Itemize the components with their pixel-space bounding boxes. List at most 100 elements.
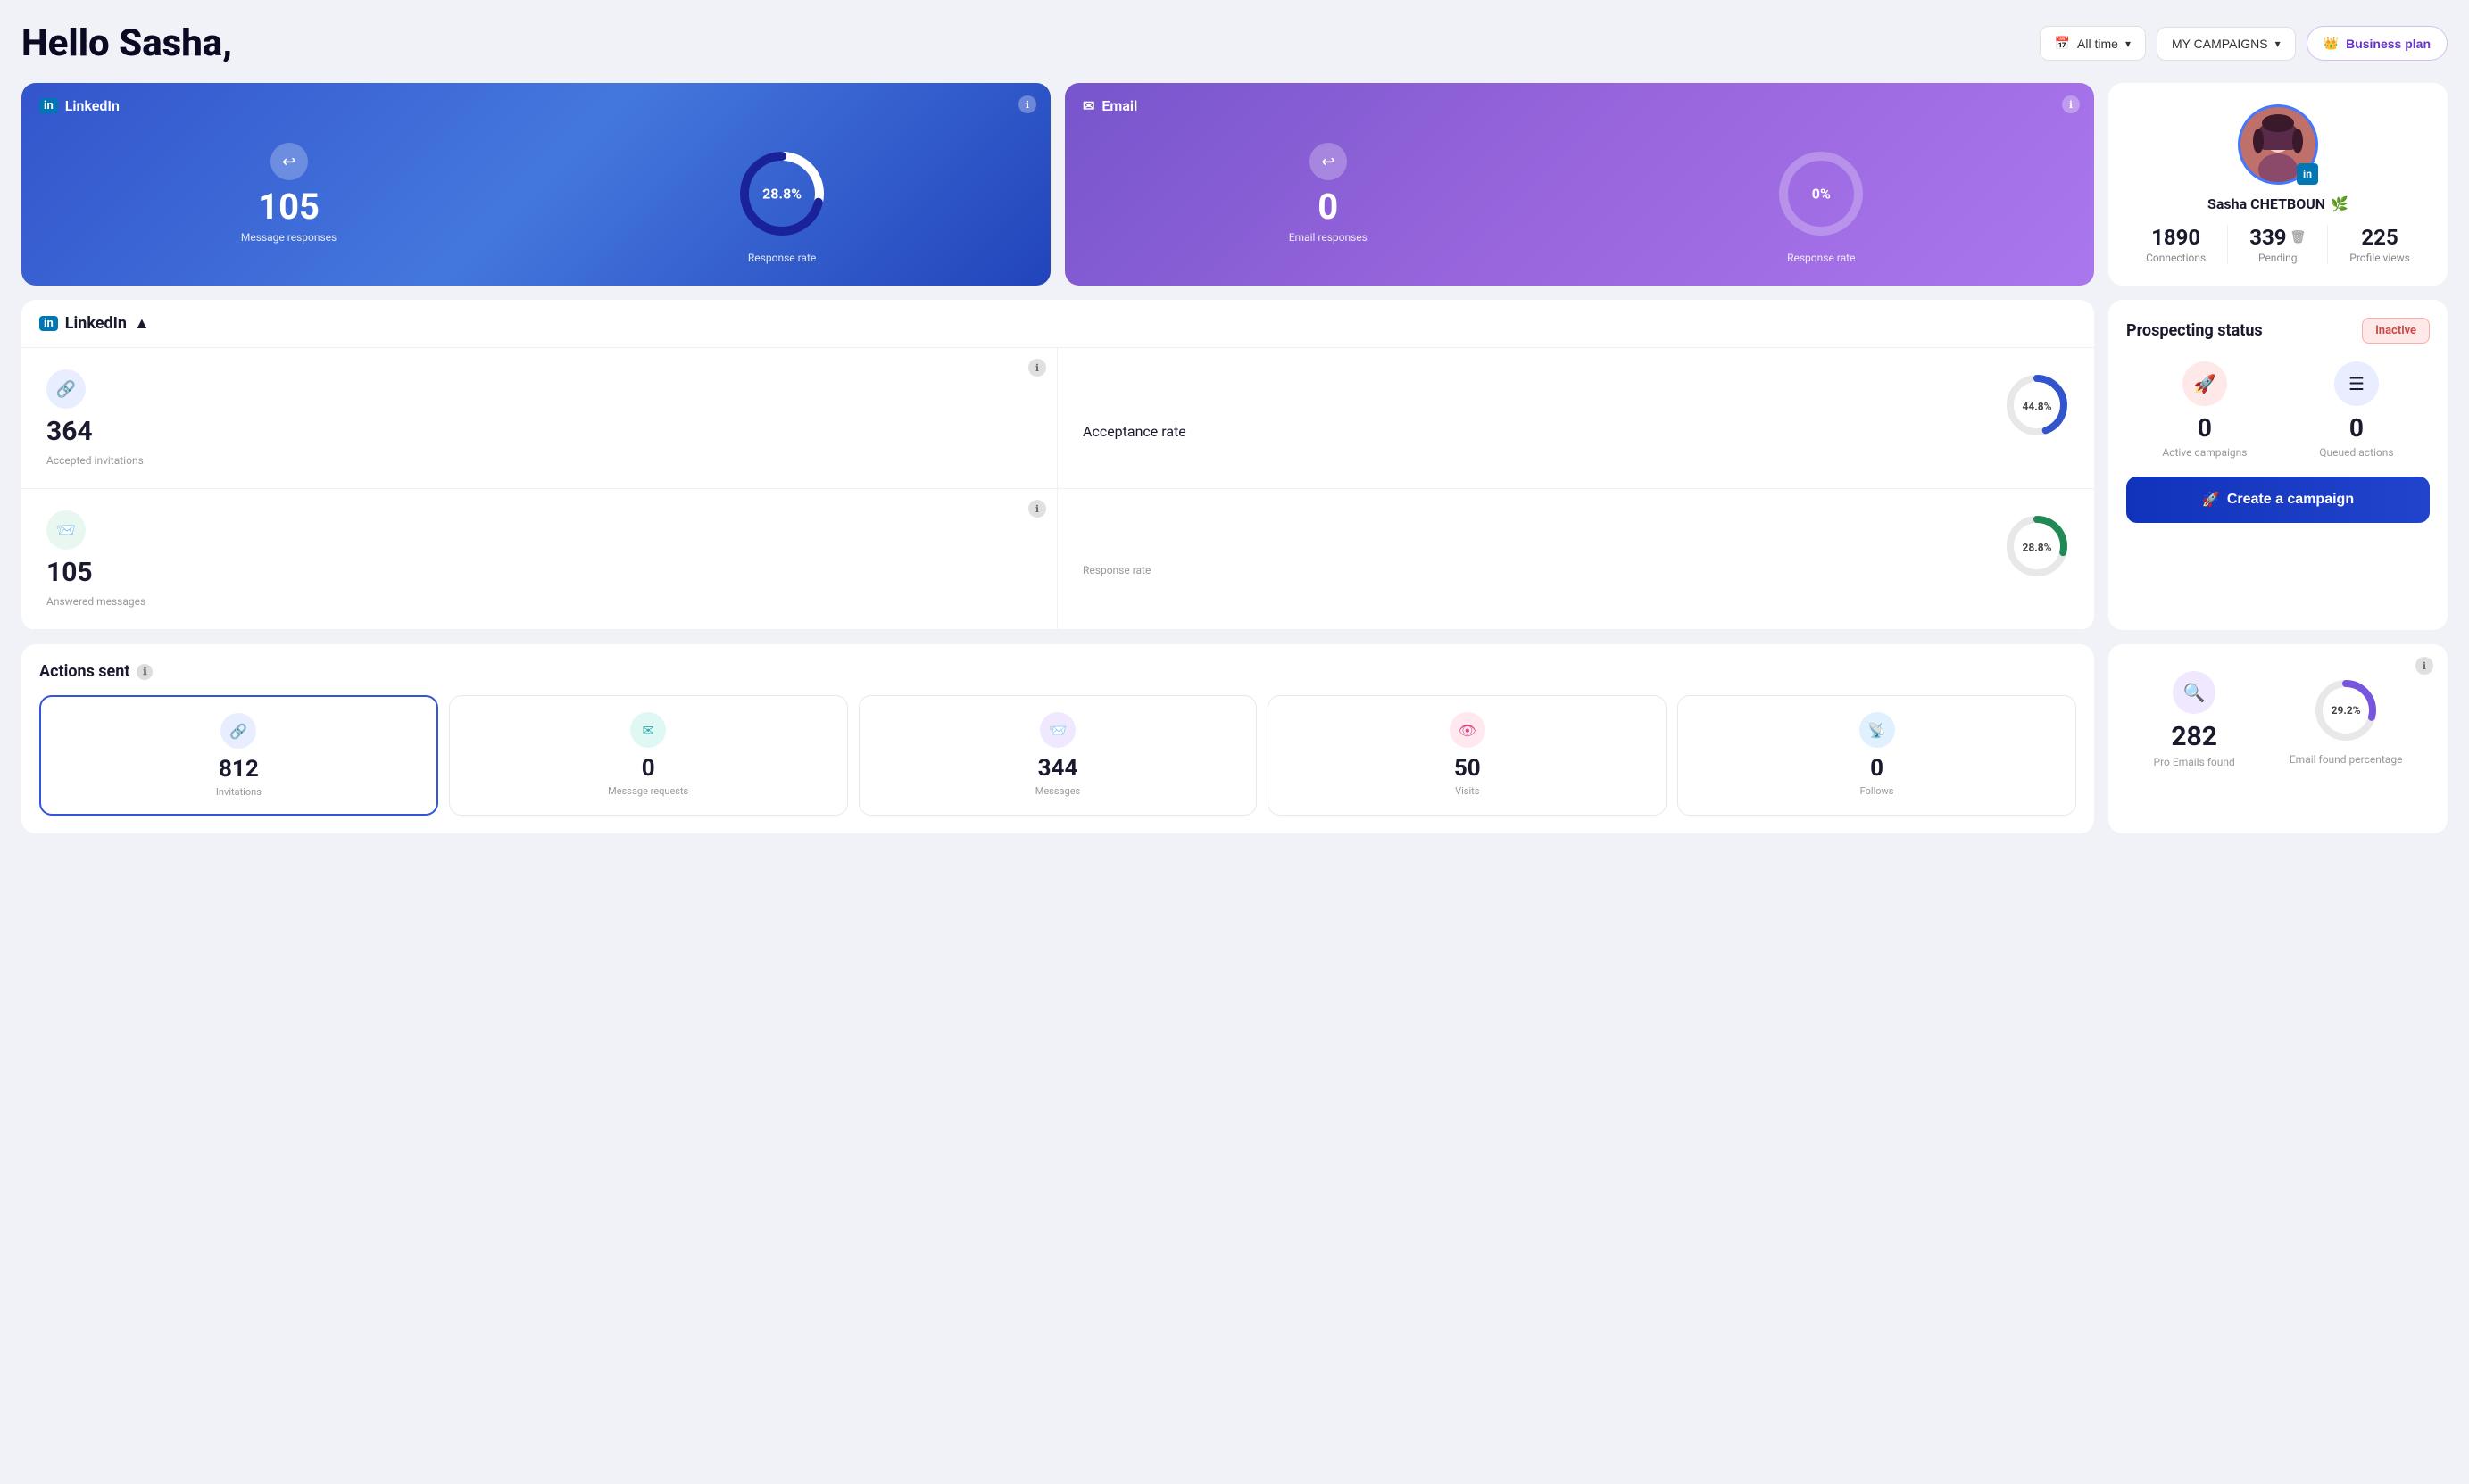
profile-views-value: 225 xyxy=(2349,225,2410,250)
create-campaign-btn[interactable]: 🚀 Create a campaign xyxy=(2126,477,2430,523)
messages-icon: 📨 xyxy=(1040,712,1076,748)
linkedin-rate-label: Response rate xyxy=(748,252,816,264)
email-found-stats: 🔍 282 Pro Emails found 29.2% Email found… xyxy=(2126,662,2430,768)
time-filter-btn[interactable]: 📅 All time ▾ xyxy=(2040,26,2146,61)
middle-grid: in LinkedIn ▲ ℹ 🔗 364 Accepted invitatio… xyxy=(21,300,2448,630)
top-bar: Hello Sasha, 📅 All time ▾ MY CAMPAIGNS ▾… xyxy=(21,21,2448,65)
message-requests-action[interactable]: ✉ 0 Message requests xyxy=(449,695,848,816)
invitations-value: 364 xyxy=(46,416,93,447)
email-rate-donut: 0% Response rate xyxy=(1772,145,1870,243)
pending-label: Pending xyxy=(2249,252,2306,264)
email-info-btn[interactable]: ℹ xyxy=(2062,95,2080,113)
invitations-info-btn[interactable]: ℹ xyxy=(1028,359,1046,377)
create-campaign-label: Create a campaign xyxy=(2227,492,2354,508)
answered-label: Answered messages xyxy=(46,595,145,608)
divider xyxy=(2227,225,2228,264)
linkedin-card-header: in LinkedIn xyxy=(39,97,120,114)
profile-views-stat: 225 Profile views xyxy=(2349,225,2410,264)
visits-value: 50 xyxy=(1279,755,1655,782)
linkedin-info-btn[interactable]: ℹ xyxy=(1018,95,1036,113)
top-controls: 📅 All time ▾ MY CAMPAIGNS ▾ 👑 Business p… xyxy=(2040,26,2448,61)
message-icon: 📨 xyxy=(46,510,86,550)
follows-action[interactable]: 📡 0 Follows xyxy=(1677,695,2076,816)
response-rate-label: Response rate xyxy=(1083,564,1151,576)
messages-label: Messages xyxy=(870,785,1246,797)
pro-emails-stat: 🔍 282 Pro Emails found xyxy=(2154,671,2235,768)
message-requests-label: Message requests xyxy=(461,785,836,797)
invitations-action[interactable]: 🔗 812 Invitations xyxy=(39,695,438,816)
rocket-small-icon: 🚀 xyxy=(2202,491,2220,509)
pending-value: 339 🗑 xyxy=(2249,225,2306,250)
answered-info-btn[interactable]: ℹ xyxy=(1028,500,1046,518)
search-icon: 🔍 xyxy=(2173,671,2215,714)
acceptance-rate-value: 44.8% xyxy=(2022,400,2051,412)
email-found-card: ℹ 🔍 282 Pro Emails found 29.2% Email fou… xyxy=(2108,644,2448,833)
messages-value: 344 xyxy=(870,755,1246,782)
visits-action[interactable]: 👁 50 Visits xyxy=(1268,695,1667,816)
email-pct-label: Email found percentage xyxy=(2290,753,2403,766)
message-requests-value: 0 xyxy=(461,755,836,782)
prospecting-header: Prospecting status Inactive xyxy=(2126,318,2430,344)
profile-views-label: Profile views xyxy=(2349,252,2410,264)
invitations-action-label: Invitations xyxy=(52,786,426,798)
campaigns-filter-btn[interactable]: MY CAMPAIGNS ▾ xyxy=(2157,27,2296,61)
business-plan-label: Business plan xyxy=(2346,37,2431,51)
chevron-up-icon: ▲ xyxy=(134,314,150,333)
trash-icon[interactable]: 🗑 xyxy=(2290,230,2307,245)
main-top-grid: in LinkedIn ℹ ↩ 105 Message responses 28… xyxy=(21,83,2448,286)
email-reply-icon: ↩ xyxy=(1309,143,1347,180)
campaigns-filter-label: MY CAMPAIGNS xyxy=(2172,37,2268,51)
email-card: ✉ Email ℹ ↩ 0 Email responses 0% Respons… xyxy=(1065,83,2094,286)
answered-stat-cell: ℹ 📨 105 Answered messages xyxy=(21,489,1058,630)
crown-icon: 👑 xyxy=(2324,36,2339,51)
invitations-stat-cell: ℹ 🔗 364 Accepted invitations xyxy=(21,348,1058,489)
email-icon: ✉ xyxy=(1083,97,1094,114)
queued-actions-stat: ☰ 0 Queued actions xyxy=(2319,361,2393,459)
email-found-info-btn[interactable]: ℹ xyxy=(2415,657,2433,675)
actions-card: Actions sent ℹ 🔗 812 Invitations ✉ 0 Mes… xyxy=(21,644,2094,833)
follows-label: Follows xyxy=(1689,785,2065,797)
active-campaigns-label: Active campaigns xyxy=(2162,446,2247,459)
email-pct-value: 29.2% xyxy=(2332,704,2361,717)
message-request-icon: ✉ xyxy=(630,712,666,748)
acceptance-donut: 44.8% xyxy=(2001,369,2073,444)
connections-value: 1890 xyxy=(2146,225,2206,250)
linkedin-rate-value: 28.8% xyxy=(762,185,802,202)
connections-label: Connections xyxy=(2146,252,2206,264)
rocket-icon: 🚀 xyxy=(2182,361,2227,406)
email-rate-label: Response rate xyxy=(1787,252,1855,264)
linkedin-card: in LinkedIn ℹ ↩ 105 Message responses 28… xyxy=(21,83,1051,286)
response-rate-value: 28.8% xyxy=(2022,541,2051,553)
connections-stat: 1890 Connections xyxy=(2146,225,2206,264)
pro-emails-value: 282 xyxy=(2154,721,2235,752)
bottom-grid: Actions sent ℹ 🔗 812 Invitations ✉ 0 Mes… xyxy=(21,644,2448,833)
business-plan-btn[interactable]: 👑 Business plan xyxy=(2307,26,2448,61)
email-percentage-stat: 29.2% Email found percentage xyxy=(2290,675,2403,766)
prospecting-title: Prospecting status xyxy=(2126,321,2263,340)
greeting: Hello Sasha, xyxy=(21,21,232,65)
pending-stat: 339 🗑 Pending xyxy=(2249,225,2306,264)
messages-action[interactable]: 📨 344 Messages xyxy=(859,695,1258,816)
linkedin-logo-small: in xyxy=(39,316,58,331)
linkedin-badge: in xyxy=(2297,163,2318,185)
follows-icon: 📡 xyxy=(1859,712,1895,748)
prospecting-stats: 🚀 0 Active campaigns ☰ 0 Queued actions xyxy=(2126,361,2430,459)
email-rate-value: 0% xyxy=(1812,185,1831,202)
invitations-label: Accepted invitations xyxy=(46,454,144,467)
visits-icon: 👁 xyxy=(1450,712,1485,748)
calendar-icon: 📅 xyxy=(2055,36,2070,51)
acceptance-label: Acceptance rate xyxy=(1083,423,1186,440)
email-responses-value: 0 xyxy=(1289,186,1368,228)
linkedin-rate-donut: 28.8% Response rate xyxy=(733,145,831,243)
email-card-title: Email xyxy=(1101,97,1137,114)
invitation-icon: 🔗 xyxy=(220,713,256,749)
actions-info-icon[interactable]: ℹ xyxy=(137,664,153,680)
leaf-icon: 🌿 xyxy=(2331,195,2348,212)
email-responses-block: ↩ 0 Email responses xyxy=(1289,143,1368,244)
linkedin-stats-row: ℹ 🔗 364 Accepted invitations 44.8% Accep… xyxy=(21,348,2094,630)
pro-emails-label: Pro Emails found xyxy=(2154,756,2235,768)
email-responses-label: Email responses xyxy=(1289,231,1368,244)
chevron-down-icon: ▾ xyxy=(2275,37,2281,50)
profile-name: Sasha CHETBOUN 🌿 xyxy=(2207,195,2348,212)
profile-stats: 1890 Connections 339 🗑 Pending 225 Profi… xyxy=(2130,225,2426,264)
